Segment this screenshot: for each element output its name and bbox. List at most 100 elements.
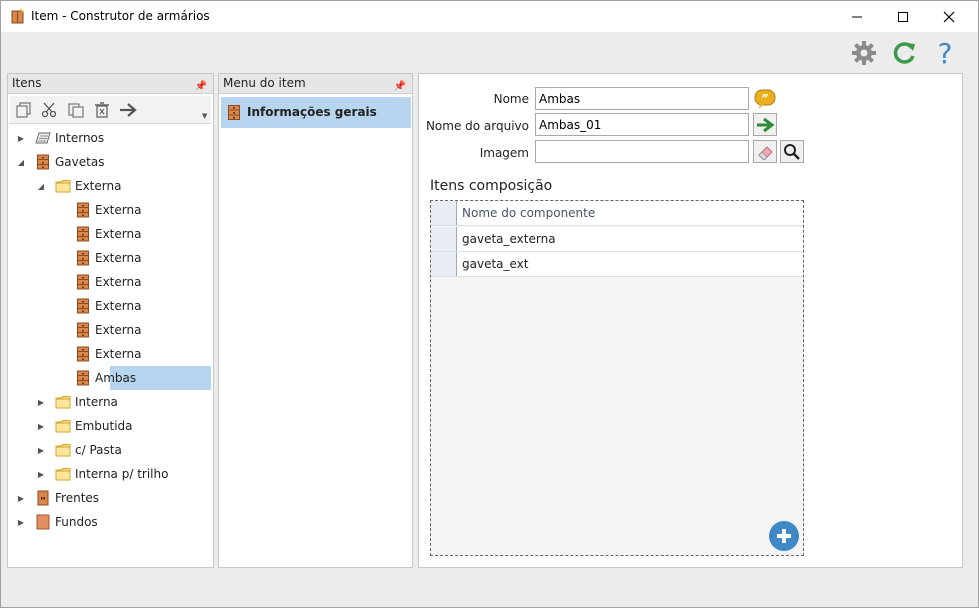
cut-button[interactable] bbox=[39, 100, 59, 120]
arrow-right-icon bbox=[757, 117, 774, 132]
delete-button[interactable] bbox=[92, 100, 112, 120]
tree-item[interactable]: ◢ Externa bbox=[8, 174, 213, 198]
imagem-search-button[interactable] bbox=[780, 140, 804, 163]
tree-item-label: Frentes bbox=[55, 491, 100, 505]
refresh-icon bbox=[893, 42, 915, 64]
tree-item[interactable]: ▶ c/ Pasta bbox=[8, 438, 213, 462]
tree-item[interactable]: Externa bbox=[8, 294, 213, 318]
details-panel: Nome ” Nome do arquivo Imagem bbox=[418, 73, 963, 568]
drawer-icon bbox=[77, 226, 89, 242]
chevron-right-icon[interactable]: ▶ bbox=[36, 445, 46, 455]
component-name-cell[interactable]: gaveta_ext bbox=[462, 257, 529, 271]
cut-icon bbox=[41, 102, 57, 118]
pin-icon[interactable]: 📌 bbox=[394, 77, 406, 96]
chevron-down-icon[interactable]: ◢ bbox=[16, 157, 26, 167]
row-header-cell bbox=[431, 201, 457, 225]
move-button[interactable] bbox=[118, 100, 138, 120]
app-window: Item - Construtor de armários ? Itens 📌 … bbox=[0, 0, 979, 608]
refresh-button[interactable] bbox=[891, 39, 919, 67]
chevron-right-icon[interactable]: ▶ bbox=[36, 469, 46, 479]
arquivo-label: Nome do arquivo bbox=[425, 119, 529, 133]
imagem-clear-button[interactable] bbox=[753, 140, 777, 163]
drawer-icon bbox=[77, 250, 89, 266]
chevron-right-icon[interactable]: ▶ bbox=[36, 421, 46, 431]
tree-item-label: Fundos bbox=[55, 515, 98, 529]
component-name-cell[interactable]: gaveta_externa bbox=[462, 232, 556, 246]
copy-icon bbox=[16, 102, 31, 118]
nome-translate-button[interactable]: ” bbox=[753, 87, 777, 110]
tree-item[interactable]: Externa bbox=[8, 270, 213, 294]
tree-item-label: Externa bbox=[95, 227, 142, 241]
tree-item[interactable]: ▶ Interna bbox=[8, 390, 213, 414]
column-header[interactable]: Nome do componente bbox=[462, 206, 595, 220]
chevron-right-icon[interactable]: ▶ bbox=[16, 133, 26, 143]
menu-panel-title: Menu do item bbox=[223, 76, 306, 90]
panel-icon bbox=[36, 514, 50, 530]
tree-item[interactable]: ▶ Internos bbox=[8, 126, 213, 150]
tree-toolbar: ▼ bbox=[10, 96, 211, 124]
tree-item[interactable]: ▶ Frentes bbox=[8, 486, 213, 510]
chevron-down-icon[interactable]: ◢ bbox=[36, 181, 46, 191]
tree-item-label: Internos bbox=[55, 131, 105, 145]
add-component-button[interactable] bbox=[769, 521, 799, 551]
help-icon: ? bbox=[937, 36, 953, 70]
tree-item-label: Externa bbox=[95, 275, 142, 289]
tree-item[interactable]: Externa bbox=[8, 342, 213, 366]
toolbar-overflow-icon[interactable]: ▼ bbox=[202, 112, 207, 120]
tree-item[interactable]: Externa bbox=[8, 318, 213, 342]
folder-icon bbox=[55, 468, 71, 481]
tree-item[interactable]: Externa bbox=[8, 198, 213, 222]
arquivo-input[interactable] bbox=[535, 113, 749, 136]
menu-item-informacoes-gerais[interactable]: Informações gerais bbox=[221, 97, 411, 128]
imagem-label: Imagem bbox=[479, 146, 529, 160]
tree-item-label: Externa bbox=[95, 323, 142, 337]
close-button[interactable] bbox=[926, 1, 972, 32]
tree-item-label: Interna bbox=[75, 395, 118, 409]
itens-panel: Itens 📌 ▼ ▶ Internos ◢ Gavetas ◢ Externa Exter… bbox=[7, 73, 214, 568]
minimize-button[interactable] bbox=[834, 1, 880, 32]
tree-item[interactable]: Externa bbox=[8, 222, 213, 246]
paste-icon bbox=[68, 103, 84, 118]
help-button[interactable]: ? bbox=[931, 36, 959, 70]
minimize-icon bbox=[852, 16, 862, 17]
tree-item-label: Embutida bbox=[75, 419, 133, 433]
eraser-icon bbox=[758, 145, 773, 160]
chevron-right-icon[interactable]: ▶ bbox=[36, 397, 46, 407]
tree-item-label: Interna p/ trilho bbox=[75, 467, 169, 481]
paste-button[interactable] bbox=[66, 100, 86, 120]
table-row[interactable]: gaveta_externa bbox=[431, 227, 803, 252]
drawer-icon bbox=[77, 274, 89, 290]
gear-icon bbox=[852, 41, 876, 65]
copy-button[interactable] bbox=[14, 100, 34, 120]
tree-item[interactable]: ▶ Embutida bbox=[8, 414, 213, 438]
folder-icon bbox=[55, 180, 71, 193]
maximize-button[interactable] bbox=[880, 1, 926, 32]
nome-input[interactable] bbox=[535, 87, 749, 110]
items-tree: ▶ Internos ◢ Gavetas ◢ Externa Externa Externa E… bbox=[8, 124, 213, 564]
tree-item-label: Externa bbox=[95, 347, 142, 361]
itens-panel-title: Itens bbox=[12, 76, 42, 90]
pin-icon[interactable]: 📌 bbox=[195, 77, 207, 96]
tree-item[interactable]: Externa bbox=[8, 246, 213, 270]
folder-icon bbox=[55, 396, 71, 409]
imagem-input[interactable] bbox=[535, 140, 749, 163]
arquivo-go-button[interactable] bbox=[753, 113, 777, 136]
chevron-right-icon[interactable]: ▶ bbox=[16, 493, 26, 503]
drawer-icon bbox=[77, 346, 89, 362]
table-row[interactable]: gaveta_ext bbox=[431, 252, 803, 277]
arrow-right-icon bbox=[120, 103, 137, 117]
tree-item-label: Externa bbox=[95, 251, 142, 265]
tree-item-label: Externa bbox=[95, 299, 142, 313]
drawer-icon bbox=[37, 154, 49, 170]
nome-label: Nome bbox=[493, 92, 529, 106]
folder-icon bbox=[55, 444, 71, 457]
settings-button[interactable] bbox=[850, 39, 878, 67]
tree-item[interactable]: ▶ Interna p/ trilho bbox=[8, 462, 213, 486]
tree-item[interactable]: ◢ Gavetas bbox=[8, 150, 213, 174]
itens-panel-header: Itens 📌 bbox=[8, 74, 213, 94]
tree-item[interactable]: Ambas bbox=[8, 366, 213, 390]
tree-item[interactable]: ▶ Fundos bbox=[8, 510, 213, 534]
main-toolbar: ? bbox=[1, 32, 978, 72]
chevron-right-icon[interactable]: ▶ bbox=[16, 517, 26, 527]
tree-item-label: Externa bbox=[95, 203, 142, 217]
